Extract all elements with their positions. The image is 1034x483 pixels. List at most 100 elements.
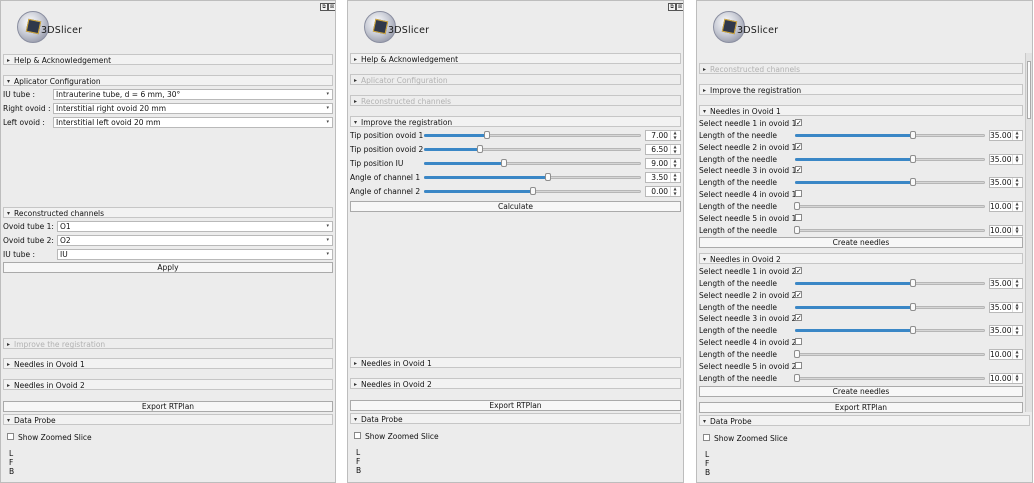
spin-down-icon[interactable]: ▼ [1013,307,1021,312]
spin-down-icon[interactable]: ▼ [1013,159,1021,164]
section-reconstructed[interactable]: ▾ Reconstructed channels [3,207,333,218]
slider-handle[interactable] [793,202,800,211]
spin-down-icon[interactable]: ▼ [671,177,679,183]
iu-tube-channel-combo[interactable]: IU ▾ [57,249,333,260]
section-improve[interactable]: ▾ Improve the registration [350,116,681,127]
spin-down-icon[interactable]: ▼ [1013,206,1021,212]
spin-down-icon[interactable]: ▼ [671,163,679,169]
spin-down-icon[interactable]: ▼ [1013,378,1021,383]
spin-arrows-icon[interactable]: ▲ ▼ [1012,178,1021,188]
spin-arrows-icon[interactable]: ▲ ▼ [670,130,679,141]
spin-down-icon[interactable]: ▼ [1013,182,1021,188]
improve-4-spinbox[interactable]: 3.50 ▲ ▼ [645,172,681,183]
spin-down-icon[interactable]: ▼ [671,135,679,141]
spin-down-icon[interactable]: ▼ [1013,330,1021,336]
slider-handle[interactable] [909,178,916,187]
ovoid-tube-2-combo[interactable]: O2 ▾ [57,235,333,246]
spin-down-icon[interactable]: ▼ [1013,354,1021,360]
section-needles-ovoid-2[interactable]: ▾ Needles in Ovoid 2 [699,253,1023,264]
export-rtplan-button[interactable]: Export RTPlan [350,400,681,411]
improve-1-slider[interactable] [424,130,641,141]
select-needle-5-ovoid-2-checkbox[interactable] [795,361,802,369]
needle-1-ovoid-2-length-slider[interactable] [795,278,985,289]
spin-down-icon[interactable]: ▼ [1013,283,1021,289]
improve-5-spinbox[interactable]: 0.00 ▲ ▼ [645,186,681,197]
right-ovoid-combo[interactable]: Interstitial right ovoid 20 mm ▾ [53,103,333,114]
vertical-scrollbar[interactable] [1025,53,1032,412]
select-needle-2-ovoid-1-checkbox[interactable]: ✓ [795,142,802,150]
export-rtplan-button[interactable]: Export RTPlan [3,401,333,412]
show-zoomed-slice-checkbox[interactable] [703,434,710,441]
section-needles-ovoid-1[interactable]: ▸ Needles in Ovoid 1 [3,358,333,369]
section-data-probe[interactable]: ▾ Data Probe [3,414,333,425]
create-needles-ovoid-1-button[interactable]: Create needles [699,237,1023,248]
slider-handle[interactable] [909,131,916,139]
spin-arrows-icon[interactable]: ▲ ▼ [1012,225,1021,235]
slider-handle[interactable] [483,131,490,139]
needle-1-ovoid-1-length-spinbox[interactable]: 35.00 ▲ ▼ [989,130,1023,141]
section-needles-ovoid-1[interactable]: ▸ Needles in Ovoid 1 [350,357,681,368]
undock-icon[interactable]: ⧉ [320,3,328,11]
spin-down-icon[interactable]: ▼ [671,149,679,155]
section-needles-ovoid-2[interactable]: ▸ Needles in Ovoid 2 [3,379,333,390]
spin-arrows-icon[interactable]: ▲ ▼ [1012,278,1021,289]
select-needle-4-ovoid-1-checkbox[interactable] [795,190,802,198]
section-needles-ovoid-1[interactable]: ▾ Needles in Ovoid 1 [699,105,1023,116]
needle-4-ovoid-2-length-spinbox[interactable]: 10.00 ▲ ▼ [989,349,1023,361]
spin-arrows-icon[interactable]: ▲ ▼ [670,186,679,197]
show-zoomed-slice-checkbox[interactable] [354,432,361,439]
needle-3-ovoid-2-length-spinbox[interactable]: 35.00 ▲ ▼ [989,325,1023,337]
needle-3-ovoid-1-length-slider[interactable] [795,177,985,188]
improve-4-slider[interactable] [424,172,641,183]
needle-2-ovoid-1-length-spinbox[interactable]: 35.00 ▲ ▼ [989,153,1023,165]
close-icon[interactable]: ⊠ [676,3,683,11]
needle-2-ovoid-2-length-spinbox[interactable]: 35.00 ▲ ▼ [989,301,1023,313]
section-help[interactable]: ▸ Help & Acknowledgement [350,53,681,64]
spin-down-icon[interactable]: ▼ [1013,230,1021,235]
section-applicator[interactable]: ▾ Aplicator Configuration [3,75,333,86]
needle-1-ovoid-2-length-spinbox[interactable]: 35.00 ▲ ▼ [989,278,1023,289]
improve-2-spinbox[interactable]: 6.50 ▲ ▼ [645,144,681,155]
needle-3-ovoid-1-length-spinbox[interactable]: 35.00 ▲ ▼ [989,177,1023,189]
spin-down-icon[interactable]: ▼ [1013,135,1021,141]
needle-4-ovoid-2-length-slider[interactable] [793,349,985,360]
section-needles-ovoid-2[interactable]: ▸ Needles in Ovoid 2 [350,378,681,389]
spin-arrows-icon[interactable]: ▲ ▼ [1012,130,1021,141]
slider-handle[interactable] [909,154,916,163]
needle-3-ovoid-2-length-slider[interactable] [795,325,985,336]
spin-down-icon[interactable]: ▼ [671,191,679,197]
section-improve[interactable]: ▸ Improve the registration [699,84,1023,95]
section-data-probe[interactable]: ▾ Data Probe [699,415,1030,426]
needle-5-ovoid-2-length-spinbox[interactable]: 10.00 ▲ ▼ [989,372,1023,384]
select-needle-1-ovoid-1-checkbox[interactable]: ✓ [795,119,802,127]
section-help[interactable]: ▸ Help & Acknowledgement [3,54,333,65]
needle-4-ovoid-1-length-spinbox[interactable]: 10.00 ▲ ▼ [989,201,1023,213]
create-needles-ovoid-2-button[interactable]: Create needles [699,386,1023,397]
spin-arrows-icon[interactable]: ▲ ▼ [1012,154,1021,164]
slider-handle[interactable] [793,225,800,234]
improve-1-spinbox[interactable]: 7.00 ▲ ▼ [645,130,681,141]
left-ovoid-combo[interactable]: Interstitial left ovoid 20 mm ▾ [53,117,333,128]
needle-1-ovoid-1-length-slider[interactable] [795,130,985,141]
section-data-probe[interactable]: ▾ Data Probe [350,413,681,424]
improve-3-slider[interactable] [424,158,641,169]
slider-handle[interactable] [501,159,508,167]
spin-arrows-icon[interactable]: ▲ ▼ [1012,202,1021,212]
iu-tube-combo[interactable]: Intrauterine tube, d = 6 mm, 30° ▾ [53,89,333,100]
spin-arrows-icon[interactable]: ▲ ▼ [670,172,679,183]
slider-handle[interactable] [793,373,800,382]
needle-5-ovoid-2-length-slider[interactable] [793,373,985,384]
slider-handle[interactable] [477,145,484,153]
undock-icon[interactable]: ⧉ [668,3,676,11]
slider-handle[interactable] [529,187,536,195]
apply-button[interactable]: Apply [3,262,333,273]
show-zoomed-slice-checkbox[interactable] [7,433,14,440]
needle-2-ovoid-2-length-slider[interactable] [795,302,985,313]
close-icon[interactable]: ⊠ [328,3,335,11]
scrollbar-thumb[interactable] [1027,61,1031,119]
improve-2-slider[interactable] [424,144,641,155]
spin-arrows-icon[interactable]: ▲ ▼ [1012,350,1021,360]
spin-arrows-icon[interactable]: ▲ ▼ [1012,302,1021,312]
select-needle-3-ovoid-1-checkbox[interactable]: ✓ [795,166,802,174]
slider-handle[interactable] [909,279,916,287]
